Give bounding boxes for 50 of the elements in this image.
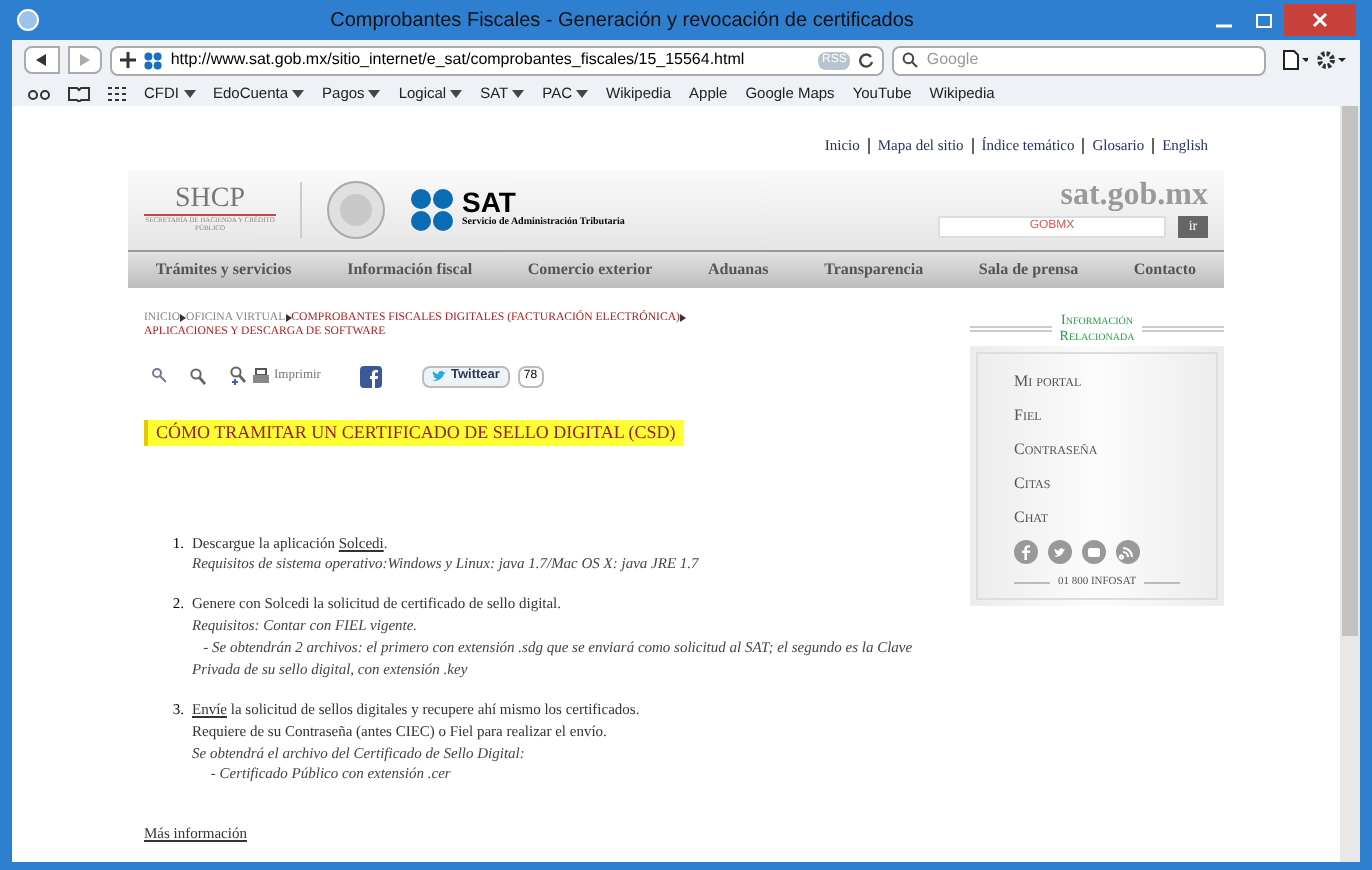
- site-icon: [144, 51, 163, 69]
- rss-icon[interactable]: [1116, 540, 1140, 564]
- sidebar-link[interactable]: Contraseña: [1014, 438, 1180, 462]
- sidebar-link[interactable]: Citas: [1014, 472, 1180, 496]
- zoom-out-icon[interactable]: [152, 368, 166, 385]
- forward-icon: [80, 54, 90, 66]
- nav-item[interactable]: Contacto: [1133, 257, 1197, 281]
- sidebar-link[interactable]: Chat: [1014, 506, 1180, 530]
- nav-item[interactable]: Sala de prensa: [978, 257, 1079, 281]
- search-icon: [902, 52, 919, 68]
- nav-item[interactable]: Información fiscal: [347, 257, 473, 281]
- facebook-icon[interactable]: [1014, 540, 1038, 564]
- sidebar-link[interactable]: Fiel: [1014, 404, 1180, 428]
- url-text: http://www.sat.gob.mx/sitio_internet/e_sat/comprobantes_fiscales/15_15564.html: [170, 48, 747, 72]
- printer-icon[interactable]: [252, 368, 270, 387]
- sat-logo: SAT: [462, 187, 516, 216]
- reload-icon[interactable]: [858, 52, 875, 68]
- close-button[interactable]: [1284, 4, 1356, 36]
- grid-icon[interactable]: [108, 85, 126, 101]
- nav-item[interactable]: Trámites y servicios: [155, 257, 292, 281]
- zoom-in-icon[interactable]: [230, 366, 248, 387]
- settings-icon[interactable]: [1316, 50, 1348, 70]
- page-heading: CÓMO TRAMITAR UN CERTIFICADO DE SELLO DIGITAL (CSD): [144, 419, 684, 447]
- nav-item[interactable]: Comercio exterior: [527, 257, 653, 281]
- breadcrumb-separator-icon: [679, 314, 686, 323]
- seal-icon: [326, 179, 386, 239]
- sat-logo-icon: [410, 187, 454, 231]
- page-menu-icon[interactable]: [1281, 50, 1309, 70]
- book-icon[interactable]: [68, 85, 90, 101]
- breadcrumb-separator-icon: [180, 314, 187, 323]
- plus-icon: [120, 52, 137, 68]
- shcp-logo: SHCP: [174, 185, 246, 214]
- bird-icon: [432, 370, 447, 383]
- window-title: Comprobantes Fiscales - Generación y revocación de certificados: [328, 7, 916, 35]
- domain-name: sat.gob.mx: [1060, 180, 1208, 212]
- zoom-icon[interactable]: [190, 367, 206, 386]
- back-icon: [36, 54, 47, 66]
- glasses-icon[interactable]: [28, 87, 50, 99]
- back-button[interactable]: [24, 46, 60, 74]
- facebook-icon[interactable]: [360, 365, 383, 388]
- scrollbar[interactable]: [1340, 106, 1360, 862]
- sidebar-link[interactable]: Mi portal: [1014, 370, 1180, 394]
- close-icon: [1312, 12, 1328, 28]
- breadcrumb-separator-icon: [285, 314, 292, 323]
- app-icon: [16, 8, 40, 32]
- nav-item[interactable]: Aduanas: [708, 257, 769, 281]
- youtube-icon[interactable]: [1082, 540, 1106, 564]
- maximize-icon: [1256, 13, 1272, 27]
- nav-item[interactable]: Transparencia: [824, 257, 924, 281]
- twitter-icon[interactable]: [1048, 540, 1072, 564]
